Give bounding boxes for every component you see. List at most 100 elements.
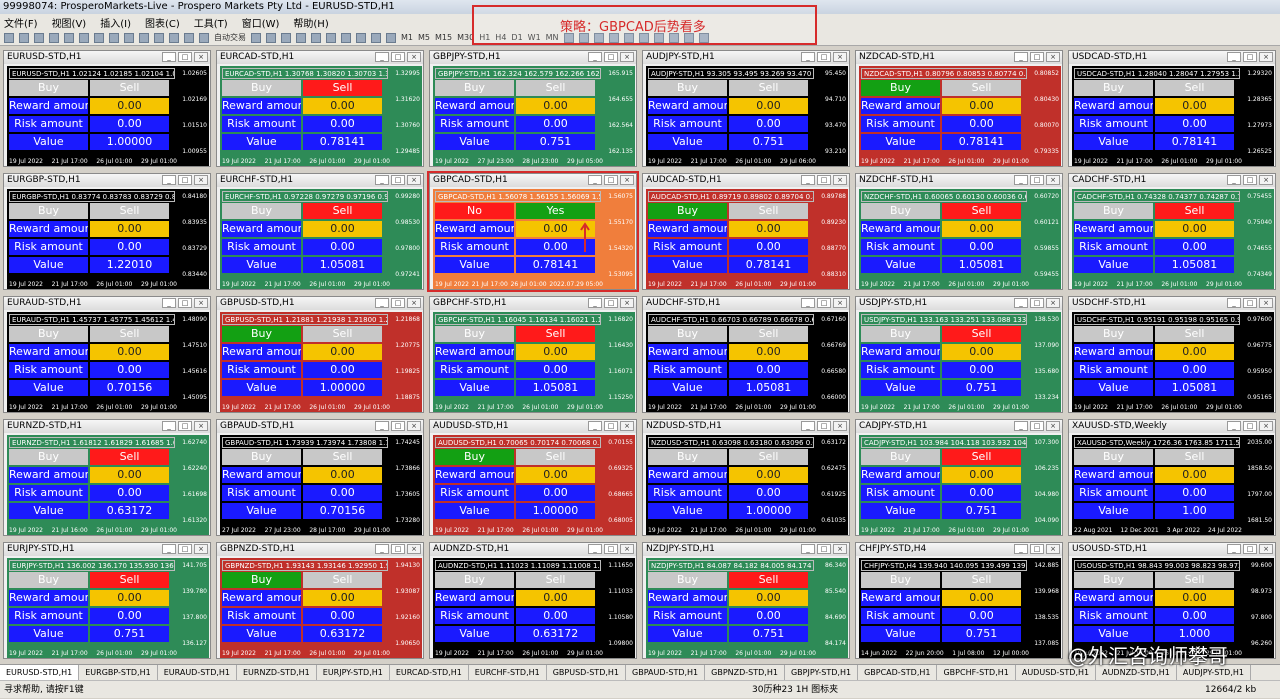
risk-amount-input[interactable]: 0.00 [1155,485,1234,501]
close-button[interactable]: × [833,175,847,185]
risk-amount-input[interactable]: 0.00 [942,239,1021,255]
maximize-button[interactable]: □ [1243,298,1257,308]
chart-window[interactable]: GBPJPY-STD,H1 _ □ × GBPJPY-STD,H1 162.324 16… [429,50,637,167]
price-chart[interactable]: EURNZD-STD,H1 1.61812 1.61829 1.61685 1.… [7,435,209,535]
risk-amount-input[interactable]: 0.00 [942,362,1021,378]
sell-button[interactable]: Sell [1155,449,1234,465]
reward-amount-input[interactable]: 0.00 [1155,98,1234,114]
maximize-button[interactable]: □ [391,421,405,431]
minimize-button[interactable]: _ [375,544,389,554]
minimize-button[interactable]: _ [1227,421,1241,431]
chart-window[interactable]: GBPAUD-STD,H1 _ □ × GBPAUD-STD,H1 1.73939 1.… [216,419,424,536]
minimize-button[interactable]: _ [375,298,389,308]
reward-amount-input[interactable]: 0.00 [942,98,1021,114]
chart-tab[interactable]: GBPUSD-STD,H1 [547,665,626,680]
reward-amount-input[interactable]: 0.00 [90,344,169,360]
chart-window[interactable]: CADCHF-STD,H1 _ □ × CADCHF-STD,H1 0.74328 0.… [1068,173,1276,290]
toolbar-icon[interactable] [311,32,321,43]
minimize-button[interactable]: _ [801,52,815,62]
buy-button[interactable]: Buy [435,449,514,465]
chart-window[interactable]: CADJPY-STD,H1 _ □ × CADJPY-STD,H1 103.984 10… [855,419,1063,536]
sell-button[interactable]: Sell [942,80,1021,96]
risk-amount-input[interactable]: 0.00 [942,608,1021,624]
close-button[interactable]: × [1046,544,1060,554]
reward-amount-input[interactable]: 0.00 [1155,221,1234,237]
reward-amount-input[interactable]: 0.00 [516,590,595,606]
price-chart[interactable]: GBPUSD-STD,H1 1.21881 1.21938 1.21800 1.… [220,312,422,412]
chart-window[interactable]: EURCHF-STD,H1 _ □ × EURCHF-STD,H1 0.97228 0.… [216,173,424,290]
chart-window[interactable]: NZDJPY-STD,H1 _ □ × NZDJPY-STD,H1 84.087 84.… [642,542,850,659]
minimize-button[interactable]: _ [1014,175,1028,185]
buy-button[interactable]: Buy [861,572,940,588]
close-button[interactable]: × [194,421,208,431]
price-chart[interactable]: USDCHF-STD,H1 0.95191 0.95198 0.95165 0.… [1072,312,1274,412]
reward-amount-input[interactable]: 0.00 [90,98,169,114]
risk-amount-input[interactable]: 0.00 [1155,239,1234,255]
buy-button[interactable]: Buy [222,203,301,219]
toolbar-icon[interactable] [4,32,14,43]
price-chart[interactable]: EURAUD-STD,H1 1.45737 1.45775 1.45612 1.… [7,312,209,412]
reward-amount-input[interactable]: 0.00 [90,590,169,606]
close-button[interactable]: × [1046,298,1060,308]
minimize-button[interactable]: _ [588,298,602,308]
toolbar-icon[interactable] [184,32,194,43]
risk-amount-input[interactable]: 0.00 [90,362,169,378]
risk-amount-input[interactable]: 0.00 [1155,362,1234,378]
toolbar-icon[interactable] [199,32,209,43]
reward-amount-input[interactable]: 0.00 [942,467,1021,483]
price-chart[interactable]: GBPJPY-STD,H1 162.324 162.579 162.266 16… [433,66,635,166]
minimize-button[interactable]: _ [162,175,176,185]
price-chart[interactable]: GBPCHF-STD,H1 1.16045 1.16134 1.16021 1.… [433,312,635,412]
yes-button[interactable]: Yes [516,203,595,219]
chart-window[interactable]: AUDCAD-STD,H1 _ □ × AUDCAD-STD,H1 0.89719 0.… [642,173,850,290]
buy-button[interactable]: Buy [1074,449,1153,465]
minimize-button[interactable]: _ [1227,544,1241,554]
toolbar-icon[interactable] [371,32,381,43]
chart-window[interactable]: GBPCHF-STD,H1 _ □ × GBPCHF-STD,H1 1.16045 1.… [429,296,637,413]
price-chart[interactable]: NZDCHF-STD,H1 0.60065 0.60130 0.60036 0.… [859,189,1061,289]
minimize-button[interactable]: _ [588,52,602,62]
maximize-button[interactable]: □ [1030,298,1044,308]
risk-amount-input[interactable]: 0.00 [729,116,808,132]
price-chart[interactable]: AUDCAD-STD,H1 0.89719 0.89802 0.89704 0.… [646,189,848,289]
maximize-button[interactable]: □ [604,52,618,62]
risk-amount-input[interactable]: 0.00 [942,485,1021,501]
minimize-button[interactable]: _ [375,175,389,185]
minimize-button[interactable]: _ [588,421,602,431]
maximize-button[interactable]: □ [391,52,405,62]
risk-amount-input[interactable]: 0.00 [303,362,382,378]
maximize-button[interactable]: □ [604,298,618,308]
buy-button[interactable]: Buy [648,203,727,219]
buy-button[interactable]: Buy [222,449,301,465]
sell-button[interactable]: Sell [1155,326,1234,342]
reward-amount-input[interactable]: 0.00 [729,98,808,114]
buy-button[interactable]: Buy [648,449,727,465]
sell-button[interactable]: Sell [516,572,595,588]
sell-button[interactable]: Sell [90,449,169,465]
toolbar-icon[interactable] [356,32,366,43]
reward-amount-input[interactable]: 0.00 [303,590,382,606]
chart-window[interactable]: GBPCAD-STD,H1 _ □ × GBPCAD-STD,H1 1.56078 1.… [427,171,639,292]
chart-window[interactable]: USDJPY-STD,H1 _ □ × USDJPY-STD,H1 133.163 13… [855,296,1063,413]
close-button[interactable]: × [1259,544,1273,554]
maximize-button[interactable]: □ [817,175,831,185]
sell-button[interactable]: Sell [516,326,595,342]
maximize-button[interactable]: □ [1243,421,1257,431]
buy-button[interactable]: Buy [861,80,940,96]
risk-amount-input[interactable]: 0.00 [90,116,169,132]
maximize-button[interactable]: □ [1030,421,1044,431]
risk-amount-input[interactable]: 0.00 [303,485,382,501]
close-button[interactable]: × [620,52,634,62]
close-button[interactable]: × [194,52,208,62]
buy-button[interactable]: Buy [648,80,727,96]
price-chart[interactable]: GBPCAD-STD,H1 1.56078 1.56155 1.56069 1.… [433,189,635,289]
risk-amount-input[interactable]: 0.00 [90,608,169,624]
close-button[interactable]: × [1046,421,1060,431]
sell-button[interactable]: Sell [90,203,169,219]
menu-item[interactable]: 工具(T) [194,15,228,30]
minimize-button[interactable]: _ [588,544,602,554]
sell-button[interactable]: Sell [303,326,382,342]
sell-button[interactable]: Sell [303,203,382,219]
close-button[interactable]: × [407,298,421,308]
sell-button[interactable]: Sell [303,572,382,588]
